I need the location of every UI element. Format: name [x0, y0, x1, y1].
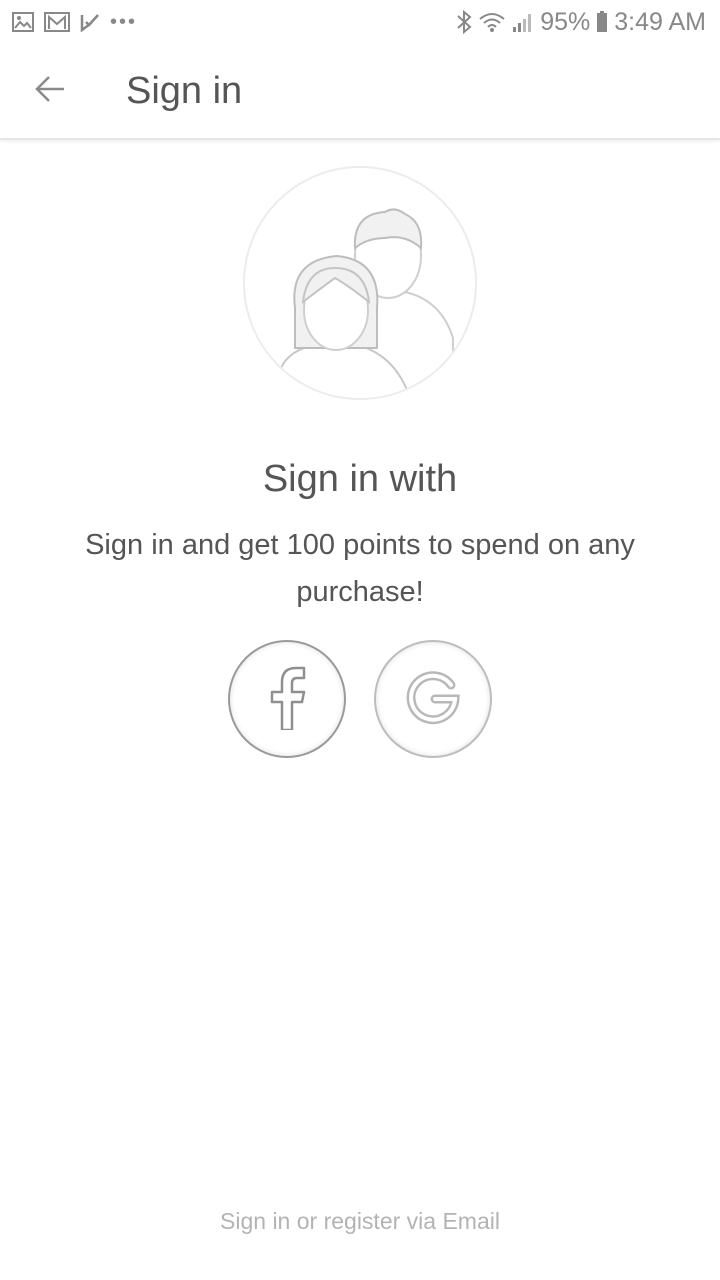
facebook-icon	[264, 664, 310, 735]
arrow-left-icon	[34, 75, 66, 108]
bluetooth-icon	[456, 10, 472, 34]
signal-icon	[512, 11, 534, 33]
users-icon	[245, 208, 475, 398]
page-title: Sign in	[126, 69, 243, 112]
sign-in-heading: Sign in with	[262, 458, 458, 500]
more-icon: •••	[110, 10, 138, 33]
check-icon	[80, 12, 100, 32]
status-bar: ••• 95% 3:49 AM	[0, 0, 720, 44]
social-login-row	[0, 640, 720, 758]
system-icons: 95% 3:49 AM	[456, 8, 706, 37]
back-button[interactable]	[20, 61, 80, 121]
email-register-link[interactable]: Sign in or register via Email	[0, 1208, 720, 1235]
battery-icon	[596, 11, 608, 33]
google-login-button[interactable]	[374, 640, 492, 758]
battery-percent: 95%	[540, 7, 591, 36]
wifi-icon	[478, 11, 506, 33]
facebook-login-button[interactable]	[228, 640, 346, 758]
app-bar: Sign in	[0, 44, 720, 140]
clock: 3:49 AM	[614, 7, 706, 36]
notification-icons: •••	[12, 11, 137, 34]
gallery-icon	[12, 12, 34, 32]
avatar	[243, 166, 477, 400]
gmail-icon	[44, 12, 70, 32]
google-icon	[405, 669, 461, 730]
sign-in-subtitle: Sign in and get 100 points to spend on a…	[85, 529, 635, 608]
